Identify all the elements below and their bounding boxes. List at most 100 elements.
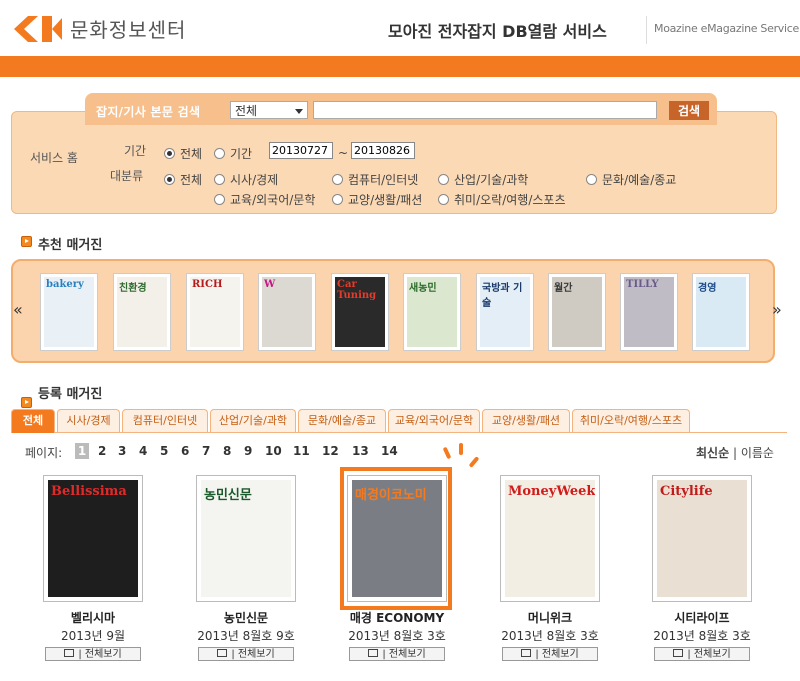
- view-all-button[interactable]: | 전체보기: [45, 647, 141, 661]
- page-link-13[interactable]: 13: [352, 444, 369, 458]
- page-link-3[interactable]: 3: [118, 444, 126, 458]
- pagination-label: 페이지:: [25, 446, 63, 460]
- cover-title-text: 경영: [698, 283, 717, 294]
- date-from-input[interactable]: [269, 142, 333, 159]
- page-link-1[interactable]: 1: [75, 443, 89, 459]
- recommended-magazine-thumb[interactable]: bakery: [40, 273, 98, 351]
- book-icon: [64, 649, 75, 657]
- recommended-magazine-thumb[interactable]: 새농민: [403, 273, 461, 351]
- magazine-cover-image: bakery: [44, 277, 94, 347]
- category-radio-lifestyle[interactable]: 교양/생활/패션: [332, 191, 422, 208]
- page-link-5[interactable]: 5: [160, 444, 168, 458]
- page-link-12[interactable]: 12: [322, 444, 339, 458]
- carousel-next-button[interactable]: »: [772, 300, 782, 319]
- magazine-title-link[interactable]: 농민신문: [176, 609, 316, 626]
- recommended-magazine-thumb[interactable]: TILLY: [620, 273, 678, 351]
- page-link-10[interactable]: 10: [265, 444, 282, 458]
- page-link-9[interactable]: 9: [244, 444, 252, 458]
- view-all-button[interactable]: | 전체보기: [349, 647, 445, 661]
- period-range-radio[interactable]: 기간: [214, 145, 252, 162]
- tab-hobby[interactable]: 취미/오락/여행/스포츠: [572, 409, 690, 432]
- category-radio-computer[interactable]: 컴퓨터/인터넷: [332, 171, 418, 188]
- search-scope-select[interactable]: 전체: [230, 101, 308, 119]
- tab-computer[interactable]: 컴퓨터/인터넷: [122, 409, 208, 432]
- tab-industry[interactable]: 산업/기술/과학: [210, 409, 296, 432]
- magazine-issue: 2013년 8월호 9호: [197, 629, 295, 643]
- highlight-spark-icon: [442, 446, 452, 460]
- tab-education[interactable]: 교육/외국어/문학: [388, 409, 480, 432]
- view-all-label: 전체보기: [388, 649, 426, 660]
- radio-icon: [214, 174, 225, 185]
- view-all-button[interactable]: | 전체보기: [654, 647, 750, 661]
- magazine-issue: 2013년 8월호 3호: [348, 629, 446, 643]
- tab-culture[interactable]: 문화/예술/종교: [298, 409, 386, 432]
- recommended-title: 추천 매거진: [38, 238, 103, 253]
- page-link-8[interactable]: 8: [223, 444, 231, 458]
- service-home-link[interactable]: 서비스 홈: [30, 150, 78, 167]
- search-button[interactable]: 검색: [669, 101, 709, 120]
- page-link-7[interactable]: 7: [202, 444, 210, 458]
- magazine-cover[interactable]: MoneyWeek: [500, 475, 600, 602]
- magazine-cover-image: 경영: [696, 277, 746, 347]
- magazine-cover[interactable]: 농민신문: [196, 475, 296, 602]
- search-input[interactable]: [313, 101, 657, 119]
- page-link-4[interactable]: 4: [139, 444, 147, 458]
- view-all-label: 전체보기: [693, 649, 731, 660]
- recommended-magazine-thumb[interactable]: 국방과 기술: [476, 273, 534, 351]
- period-label: 기간: [124, 144, 147, 158]
- view-all-button[interactable]: | 전체보기: [502, 647, 598, 661]
- view-all-label: 전체보기: [84, 649, 122, 660]
- highlight-spark-icon: [459, 443, 463, 455]
- cover-title-text: W: [264, 279, 276, 290]
- recommended-magazine-thumb[interactable]: W: [258, 273, 316, 351]
- magazine-title-link[interactable]: 매경 ECONOMY: [327, 609, 467, 626]
- period-all-label: 전체: [180, 147, 203, 161]
- cover-title-text: Bellissima: [51, 484, 127, 499]
- tab-lifestyle[interactable]: 교양/생활/패션: [482, 409, 570, 432]
- category-radio-education[interactable]: 교육/외국어/문학: [214, 191, 315, 208]
- page-link-11[interactable]: 11: [293, 444, 310, 458]
- category-label-lifestyle: 교양/생활/패션: [348, 193, 423, 207]
- tab-news-economy[interactable]: 시사/경제: [57, 409, 120, 432]
- magazine-title-link[interactable]: 벨리시마: [23, 609, 163, 626]
- search-scope-value: 전체: [235, 104, 258, 118]
- magazine-title-link[interactable]: 시티라이프: [632, 609, 772, 626]
- magazine-cover-image: 월간: [552, 277, 602, 347]
- magazine-cover-image: W: [262, 277, 312, 347]
- recommended-magazine-thumb[interactable]: 월간: [548, 273, 606, 351]
- page-link-14[interactable]: 14: [381, 444, 398, 458]
- recommended-magazine-thumb[interactable]: Car Tuning: [331, 273, 389, 351]
- view-all-button[interactable]: | 전체보기: [198, 647, 294, 661]
- magazine-cover-image: Citylife: [657, 480, 747, 597]
- date-to-input[interactable]: [351, 142, 415, 159]
- recommended-magazine-thumb[interactable]: 친환경: [113, 273, 171, 351]
- cover-title-text: bakery: [46, 279, 84, 290]
- chevron-down-icon: [295, 109, 303, 114]
- category-radio-industry[interactable]: 산업/기술/과학: [438, 171, 528, 188]
- category-radio-news-economy[interactable]: 시사/경제: [214, 171, 278, 188]
- category-label-culture: 문화/예술/종교: [602, 173, 677, 187]
- magazine-cover-image: 농민신문: [201, 480, 291, 597]
- recommended-magazine-thumb[interactable]: RICH: [186, 273, 244, 351]
- sort-name-link[interactable]: 이름순: [741, 446, 774, 460]
- magazine-title-link[interactable]: 머니위크: [480, 609, 620, 626]
- magazine-cover[interactable]: Citylife: [652, 475, 752, 602]
- sort-latest-link[interactable]: 최신순: [696, 446, 729, 460]
- magazine-cover[interactable]: Bellissima: [43, 475, 143, 602]
- tab-all[interactable]: 전체: [11, 409, 55, 433]
- period-all-radio[interactable]: 전체: [164, 145, 202, 162]
- magazine-cover-image: MoneyWeek: [505, 480, 595, 597]
- carousel-prev-button[interactable]: «: [13, 300, 23, 319]
- cover-title-text: TILLY: [626, 279, 659, 290]
- category-radio-hobby[interactable]: 취미/오락/여행/스포츠: [438, 191, 566, 208]
- category-radio-all[interactable]: 전체: [164, 171, 202, 188]
- category-label-computer: 컴퓨터/인터넷: [348, 173, 419, 187]
- category-radio-culture[interactable]: 문화/예술/종교: [586, 171, 676, 188]
- page-link-6[interactable]: 6: [181, 444, 189, 458]
- page-link-2[interactable]: 2: [98, 444, 106, 458]
- selected-magazine-highlight: [340, 467, 452, 610]
- recommended-magazine-thumb[interactable]: 경영: [692, 273, 750, 351]
- cover-title-text: Citylife: [660, 484, 713, 499]
- cover-title-text: 농민신문: [204, 488, 252, 503]
- radio-icon: [214, 148, 225, 159]
